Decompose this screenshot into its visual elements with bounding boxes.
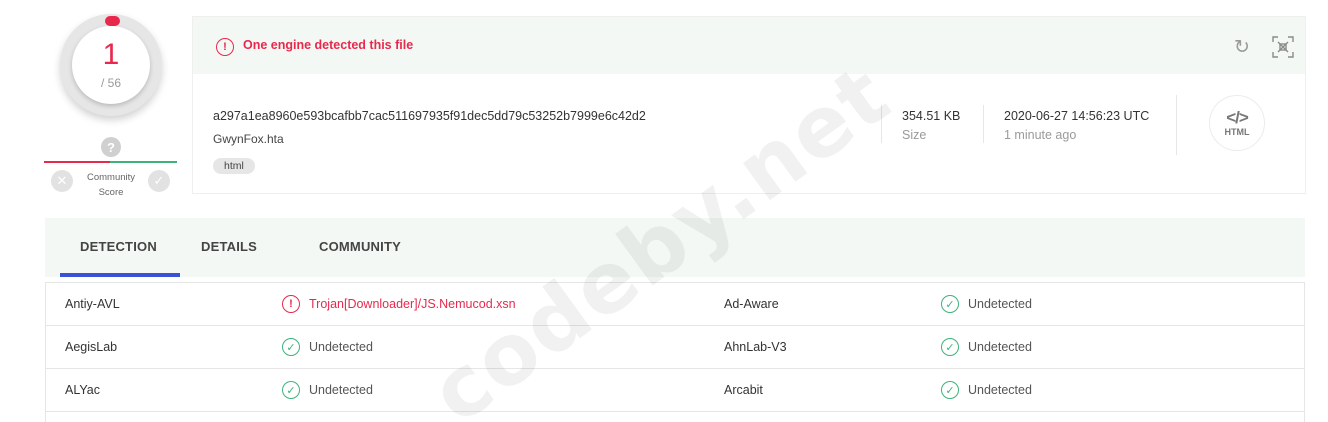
table-row: AegisLab ✓ Undetected AhnLab-V3 ✓ Undete… [46,326,1304,369]
file-type-label: HTML [1224,127,1250,137]
divider [1176,95,1177,155]
check-icon: ✓ [282,338,300,356]
community-bar-harmless [110,161,177,163]
question-icon: ? [101,137,121,157]
community-bar-malicious [44,161,110,163]
file-hash[interactable]: a297a1ea8960e593bcafbb7cac511697935f91de… [213,109,646,123]
active-tab-indicator [60,273,180,277]
analysis-date-relative: 1 minute ago [1004,128,1077,142]
reanalyze-icon[interactable]: ↻ [1231,37,1253,59]
tab-detection[interactable]: DETECTION [80,239,157,254]
community-score: ? ✕ Community Score ✓ [44,137,177,199]
detection-result: Trojan[Downloader]/JS.Nemucod.xsn [309,297,516,311]
tab-community[interactable]: COMMUNITY [319,239,401,254]
alert-icon: ! [282,295,300,313]
vote-malicious-icon[interactable]: ✕ [51,170,73,192]
similar-files-icon[interactable] [1271,35,1295,59]
gauge-center: 1 / 56 [72,26,150,104]
detection-banner: ! One engine detected this file ↻ [193,17,1305,74]
detection-score-gauge: 1 / 56 [60,14,162,116]
detection-results-table: Antiy-AVL ! Trojan[Downloader]/JS.Nemuco… [45,282,1305,422]
detection-result: Undetected [968,297,1032,311]
table-row: Antiy-AVL ! Trojan[Downloader]/JS.Nemuco… [46,283,1304,326]
analysis-date-value: 2020-06-27 14:56:23 UTC [1004,109,1150,123]
community-score-label: Community Score [86,172,136,198]
detection-message: One engine detected this file [243,38,414,52]
check-icon: ✓ [941,295,959,313]
detection-result: Undetected [968,383,1032,397]
vote-harmless-icon[interactable]: ✓ [148,170,170,192]
file-summary-panel: ! One engine detected this file ↻ a297a1… [192,16,1306,194]
code-glyph: </> [1226,108,1249,127]
detection-result: Undetected [309,383,373,397]
engine-name: ALYac [65,383,100,397]
divider [881,105,882,143]
engine-name: Arcabit [724,383,763,397]
detection-result: Undetected [968,340,1032,354]
check-icon: ✓ [941,338,959,356]
file-name: GwynFox.hta [213,132,284,146]
detection-result: Undetected [309,340,373,354]
check-icon: ✓ [941,381,959,399]
file-size-label: Size [902,128,927,142]
file-size-value: 354.51 KB [902,109,961,123]
engine-total: / 56 [100,76,121,90]
engine-name: AhnLab-V3 [724,340,787,354]
html-file-type-icon: </> HTML [1209,95,1265,151]
detection-count: 1 [102,38,120,71]
tab-details[interactable]: DETAILS [201,239,257,254]
engine-name: Antiy-AVL [65,297,120,311]
engine-name: Ad-Aware [724,297,779,311]
file-tag[interactable]: html [213,158,255,174]
divider [983,105,984,143]
engine-name: AegisLab [65,340,118,354]
table-row: ALYac ✓ Undetected Arcabit ✓ Undetected [46,369,1304,412]
check-icon: ✓ [282,381,300,399]
report-tabs: DETECTION DETAILS COMMUNITY [45,218,1305,277]
gauge-indicator [105,16,120,26]
alert-icon: ! [216,38,234,56]
